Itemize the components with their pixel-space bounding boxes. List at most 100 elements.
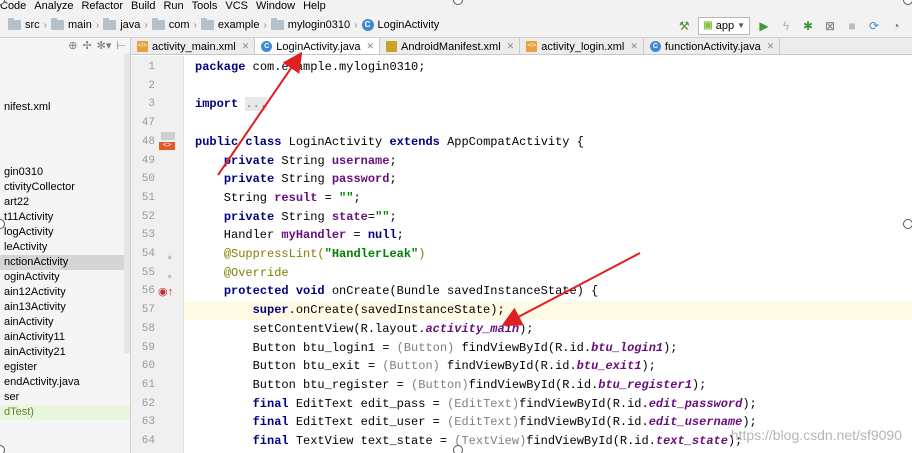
code-line[interactable]: setContentView(R.layout.activity_main);: [184, 320, 912, 339]
code-line[interactable]: Handler myHandler = null;: [184, 226, 912, 245]
project-tree-item[interactable]: dTest): [0, 405, 130, 420]
target-icon[interactable]: ⊕: [68, 39, 77, 52]
code-line[interactable]: [184, 114, 912, 133]
code-line[interactable]: final EditText edit_pass = (EditText)fin…: [184, 395, 912, 414]
sync-icon[interactable]: ⟳: [866, 18, 882, 34]
menu-item[interactable]: Build: [127, 0, 159, 13]
line-number: 54: [141, 248, 155, 260]
code-line[interactable]: super.onCreate(savedInstanceState);: [184, 301, 912, 320]
project-tree-item[interactable]: nifest.xml: [0, 100, 130, 115]
menu-item[interactable]: Analyze: [30, 0, 77, 13]
apply-changes-icon[interactable]: ϟ: [778, 18, 794, 34]
breadcrumb: src › main › java › com › example › mylogin0310 › C L…: [0, 18, 439, 31]
breadcrumb-item[interactable]: main ›: [51, 18, 103, 31]
code-line[interactable]: Button btu_register = (Button)findViewBy…: [184, 376, 912, 395]
folder-icon: [200, 18, 214, 30]
code-line[interactable]: private String password;: [184, 170, 912, 189]
layout-preview-icon[interactable]: <>: [159, 142, 175, 150]
project-tree-item[interactable]: ain12Activity: [0, 285, 130, 300]
settings-icon[interactable]: ✻▾: [97, 39, 112, 52]
menu-item[interactable]: Run: [159, 0, 187, 13]
close-icon[interactable]: ✕: [366, 41, 374, 52]
close-icon[interactable]: ✕: [507, 41, 515, 52]
code-line[interactable]: protected void onCreate(Bundle savedInst…: [184, 282, 912, 301]
editor-tab-label: AndroidManifest.xml: [401, 40, 501, 53]
hammer-build-icon[interactable]: ⚒: [676, 18, 692, 34]
run-configuration-select[interactable]: ▣ app ▼: [698, 16, 750, 35]
project-panel-toolbar: ⊕ ✢ ✻▾ ⊢: [0, 38, 130, 53]
hide-icon[interactable]: ⊢: [116, 39, 126, 52]
class-implementation-icon[interactable]: [161, 132, 175, 140]
menu-item[interactable]: Tools: [188, 0, 222, 13]
project-tree-item[interactable]: t11Activity: [0, 210, 130, 225]
editor-tab[interactable]: AndroidManifest.xml ✕: [380, 38, 521, 54]
breadcrumb-item[interactable]: C LoginActivity: [361, 19, 439, 31]
code-line[interactable]: Button btu_exit = (Button) findViewById(…: [184, 357, 912, 376]
code-line[interactable]: String result = "";: [184, 189, 912, 208]
code-line[interactable]: [184, 77, 912, 96]
project-tree-item[interactable]: oginActivity: [0, 270, 130, 285]
breadcrumb-item[interactable]: src ›: [8, 18, 51, 31]
code-line[interactable]: import ...: [184, 95, 912, 114]
menu-item[interactable]: VCS: [221, 0, 252, 13]
menu-item[interactable]: Window: [252, 0, 299, 13]
project-tree-item[interactable]: art22: [0, 195, 130, 210]
project-tree-item[interactable]: egister: [0, 360, 130, 375]
breadcrumb-item[interactable]: mylogin0310 ›: [270, 18, 362, 31]
breadcrumb-item[interactable]: com ›: [151, 18, 201, 31]
editor-tab[interactable]: </> activity_login.xml ✕: [520, 38, 644, 54]
project-tree-item[interactable]: ain13Activity: [0, 300, 130, 315]
code-line[interactable]: @Override: [184, 264, 912, 283]
project-tree-item[interactable]: ser: [0, 390, 130, 405]
line-number: 61: [141, 378, 155, 391]
editor-tab[interactable]: </> activity_main.xml ✕: [131, 38, 256, 54]
code-line[interactable]: private String state="";: [184, 208, 912, 227]
breadcrumb-label: example: [217, 19, 260, 31]
debug-icon[interactable]: ✱: [800, 18, 816, 34]
close-icon[interactable]: ✕: [767, 41, 775, 52]
line-number: 63: [141, 416, 155, 429]
stop-icon[interactable]: ■: [844, 18, 860, 34]
code-line[interactable]: Button btu_login1 = (Button) findViewByI…: [184, 339, 912, 358]
annotation-bulb-icon: ●: [167, 252, 173, 262]
project-tree-item[interactable]: endActivity.java: [0, 375, 130, 390]
main-toolbar: ⚒ ▣ app ▼ ▶ ϟ ✱ ⊠ ■ ⟳ ◔: [676, 13, 904, 38]
breadcrumb-label: mylogin0310: [287, 19, 351, 31]
project-panel-scrollbar[interactable]: [124, 53, 130, 353]
java-class-icon: C: [261, 41, 273, 52]
code-line[interactable]: private String username;: [184, 152, 912, 171]
close-icon[interactable]: ✕: [242, 41, 250, 52]
line-number: 59: [141, 341, 155, 354]
line-number: 49: [141, 154, 155, 167]
chevron-right-icon: ›: [144, 19, 148, 31]
code-line[interactable]: @SuppressLint("HandlerLeak"): [184, 245, 912, 264]
editor-tab[interactable]: CfunctionActivity.java ✕: [644, 38, 781, 54]
project-tree-item[interactable]: logActivity: [0, 225, 130, 240]
editor-tab[interactable]: C LoginActivity.java ✕: [255, 38, 381, 54]
code-editor[interactable]: package com.example.mylogin0310; import .…: [184, 56, 912, 453]
folder-icon: [103, 18, 117, 30]
line-number: 60: [141, 360, 155, 373]
attach-debugger-icon[interactable]: ⊠: [822, 18, 838, 34]
breadcrumb-item[interactable]: example ›: [200, 18, 271, 31]
code-line[interactable]: public class LoginActivity extends AppCo…: [184, 133, 912, 152]
project-tree-item[interactable]: nctionActivity: [0, 255, 130, 270]
breadcrumb-item[interactable]: java ›: [103, 18, 152, 31]
collapse-icon[interactable]: ✢: [82, 39, 91, 52]
profiler-icon[interactable]: ◔: [888, 18, 904, 34]
project-tree-item[interactable]: leActivity: [0, 240, 130, 255]
line-number: 51: [141, 191, 155, 204]
project-tree-item[interactable]: ainActivity: [0, 315, 130, 330]
run-icon[interactable]: ▶: [756, 18, 772, 34]
project-tree-item[interactable]: ainActivity11: [0, 330, 130, 345]
menu-item[interactable]: Refactor: [77, 0, 127, 13]
selection-handle: [903, 219, 912, 229]
project-tree-item[interactable]: ainActivity21: [0, 345, 130, 360]
code-line[interactable]: package com.example.mylogin0310;: [184, 58, 912, 77]
line-number: 52: [141, 210, 155, 223]
override-method-icon[interactable]: ◉↑: [158, 285, 173, 298]
project-tree-item[interactable]: ctivityCollector: [0, 180, 130, 195]
project-tree-item[interactable]: gin0310: [0, 165, 130, 180]
close-icon[interactable]: ✕: [630, 41, 638, 52]
menu-item[interactable]: Help: [299, 0, 330, 13]
